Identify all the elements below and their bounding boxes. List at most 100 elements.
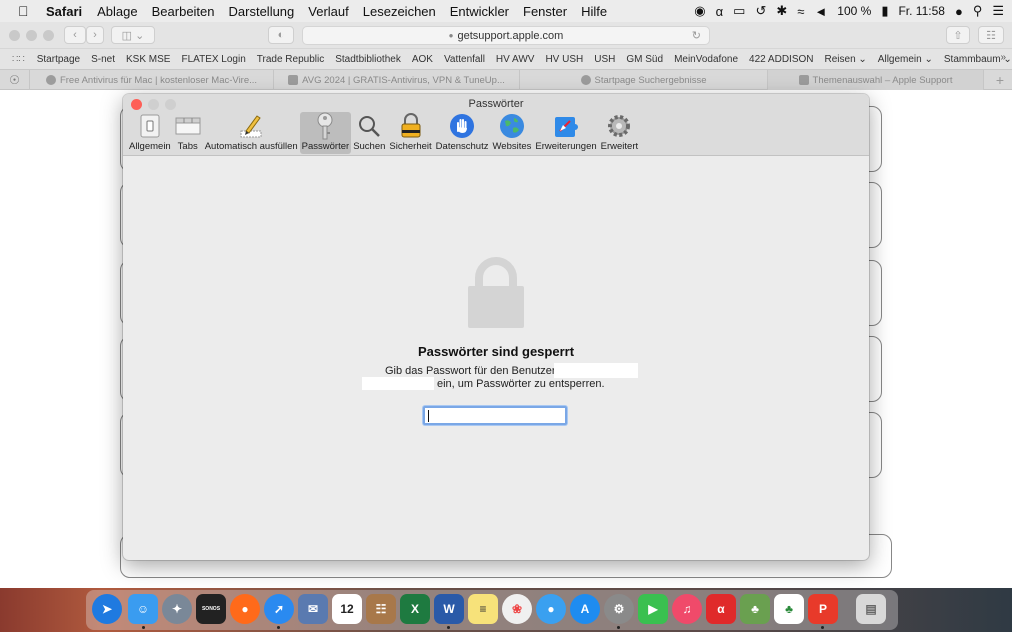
redacted-username — [554, 363, 638, 378]
music-icon[interactable]: ♫ — [672, 594, 702, 624]
volume-icon[interactable]: ◄ — [814, 4, 827, 19]
menu-fenster[interactable]: Fenster — [523, 4, 567, 19]
favorite-item[interactable]: S-net — [91, 54, 115, 65]
notes-icon[interactable]: ≡ — [468, 594, 498, 624]
dock: ➤ ☺ ✦ SONOS ● ➚ ✉ 12 ☷ X W ≡ ❀ ● A ⚙ ▶ ♫… — [0, 588, 1012, 632]
acrobat-icon[interactable]: α — [706, 594, 736, 624]
contacts-icon[interactable]: ☷ — [366, 594, 396, 624]
trash-icon[interactable]: ▤ — [856, 594, 886, 624]
apple-menu-icon[interactable]:  — [18, 3, 38, 19]
favorite-item[interactable]: Trade Republic — [257, 54, 324, 65]
forward-button[interactable]: › — [86, 26, 104, 44]
sonos-icon[interactable]: SONOS — [196, 594, 226, 624]
menu-app-name[interactable]: Safari — [46, 4, 82, 19]
mail-icon[interactable]: ✉ — [298, 594, 328, 624]
back-button[interactable]: ‹ — [64, 26, 86, 44]
airplay-icon[interactable]: ▭ — [733, 3, 745, 19]
tab-passwoerter[interactable]: Passwörter — [299, 112, 352, 154]
facetime-icon[interactable]: ▶ — [638, 594, 668, 624]
app-store-icon[interactable]: A — [570, 594, 600, 624]
tab-allgemein[interactable]: Allgemein — [127, 112, 173, 154]
browser-tab[interactable]: Startpage Suchergebnisse — [520, 70, 768, 90]
sidebar-button[interactable]: ◫ ⌄ — [111, 26, 155, 44]
status-circle-icon[interactable]: ◉ — [694, 3, 705, 19]
tab-tabs[interactable]: Tabs — [173, 112, 203, 154]
menu-ablage[interactable]: Ablage — [97, 4, 137, 19]
wifi-icon[interactable]: ≈ — [797, 4, 804, 19]
tab-sicherheit[interactable]: Sicherheit — [387, 112, 433, 154]
word-icon[interactable]: W — [434, 594, 464, 624]
excel-icon[interactable]: X — [400, 594, 430, 624]
share-button[interactable]: ⇧ — [946, 26, 970, 44]
acrobat-status-icon[interactable]: α — [716, 4, 724, 19]
system-preferences-icon[interactable]: ⚙ — [604, 594, 634, 624]
chevron-left-icon: ‹ — [73, 29, 77, 41]
favorite-item[interactable]: Vattenfall — [444, 54, 485, 65]
battery-percent[interactable]: 100 % — [837, 4, 871, 18]
user-icon[interactable]: ● — [955, 4, 963, 19]
new-tab-icon[interactable]: + — [984, 70, 1012, 89]
favorites-grid-icon[interactable]: ∷∷ — [12, 54, 25, 65]
sidebar-icon: ◫ ⌄ — [121, 29, 145, 42]
launchpad-icon[interactable]: ✦ — [162, 594, 192, 624]
macfamilytree-icon[interactable]: ♣ — [774, 594, 804, 624]
tab-title: Startpage Suchergebnisse — [594, 74, 707, 86]
tab-suchen[interactable]: Suchen — [351, 112, 387, 154]
favorite-item[interactable]: AOK — [412, 54, 433, 65]
firefox-icon[interactable]: ● — [230, 594, 260, 624]
compass-icon[interactable]: ☉ — [0, 70, 30, 90]
zoom-window-button[interactable] — [43, 30, 54, 41]
messages-icon[interactable]: ● — [536, 594, 566, 624]
menu-entwickler[interactable]: Entwickler — [450, 4, 509, 19]
browser-tab-active[interactable]: Themenauswahl – Apple Support — [768, 70, 984, 90]
more-favorites-icon[interactable]: » — [1000, 52, 1006, 63]
favorite-item[interactable]: Startpage — [37, 54, 80, 65]
privacy-report-button[interactable]: ◐ — [268, 26, 294, 44]
time-machine-icon[interactable]: ↺ — [755, 3, 766, 19]
favorite-item[interactable]: HV USH — [545, 54, 583, 65]
browser-tab[interactable]: AVG 2024 | GRATIS-Antivirus, VPN & TuneU… — [274, 70, 520, 90]
favorite-item[interactable]: USH — [594, 54, 615, 65]
favorite-folder[interactable]: Reisen ⌄ — [825, 54, 867, 65]
favorite-item[interactable]: Stadtbibliothek — [335, 54, 401, 65]
running-indicator — [617, 626, 620, 629]
tab-autofill[interactable]: Automatisch ausfüllen — [203, 112, 300, 154]
menu-clock[interactable]: Fr. 11:58 — [898, 4, 944, 18]
tab-overview-button[interactable]: ☷ — [978, 26, 1004, 44]
finder-icon[interactable]: ☺ — [128, 594, 158, 624]
safari-compass-icon[interactable]: ➚ — [264, 594, 294, 624]
minimize-window-button[interactable] — [26, 30, 37, 41]
favorite-folder[interactable]: Allgemein ⌄ — [878, 54, 933, 65]
favorite-item[interactable]: MeinVodafone — [674, 54, 738, 65]
menu-darstellung[interactable]: Darstellung — [229, 4, 295, 19]
battery-icon[interactable]: ▮ — [881, 3, 888, 19]
bluetooth-icon[interactable]: ✱ — [776, 3, 787, 19]
favorite-item[interactable]: KSK MSE — [126, 54, 170, 65]
menu-hilfe[interactable]: Hilfe — [581, 4, 607, 19]
calendar-icon[interactable]: 12 — [332, 594, 362, 624]
menu-lesezeichen[interactable]: Lesezeichen — [363, 4, 436, 19]
favorite-item[interactable]: GM Süd — [626, 54, 663, 65]
tab-erweiterungen[interactable]: Erweiterungen — [533, 112, 598, 154]
family-tree-icon[interactable]: ♣ — [740, 594, 770, 624]
spotlight-icon[interactable]: ⚲ — [973, 3, 983, 19]
reload-icon[interactable]: ↻ — [692, 29, 701, 42]
tab-erweitert[interactable]: Erweitert — [599, 112, 640, 154]
address-bar[interactable]: ● getsupport.apple.com ↻ — [302, 26, 710, 45]
tab-datenschutz[interactable]: Datenschutz — [434, 112, 491, 154]
safari-icon[interactable]: ➤ — [92, 594, 122, 624]
menu-bearbeiten[interactable]: Bearbeiten — [152, 4, 215, 19]
notification-center-icon[interactable]: ☰ — [992, 3, 1004, 19]
browser-tab[interactable]: Free Antivirus für Mac | kostenloser Mac… — [30, 70, 274, 90]
tab-websites[interactable]: Websites — [490, 112, 533, 154]
padlock-warning-icon — [398, 113, 424, 139]
close-window-button[interactable] — [9, 30, 20, 41]
password-field[interactable] — [423, 406, 567, 425]
photos-icon[interactable]: ❀ — [502, 594, 532, 624]
menu-verlauf[interactable]: Verlauf — [308, 4, 348, 19]
favorite-item[interactable]: HV AWV — [496, 54, 535, 65]
preferences-title: Passwörter — [468, 98, 524, 110]
favorite-item[interactable]: 422 ADDISON — [749, 54, 813, 65]
pdf-expert-icon[interactable]: P — [808, 594, 838, 624]
favorite-item[interactable]: FLATEX Login — [181, 54, 245, 65]
